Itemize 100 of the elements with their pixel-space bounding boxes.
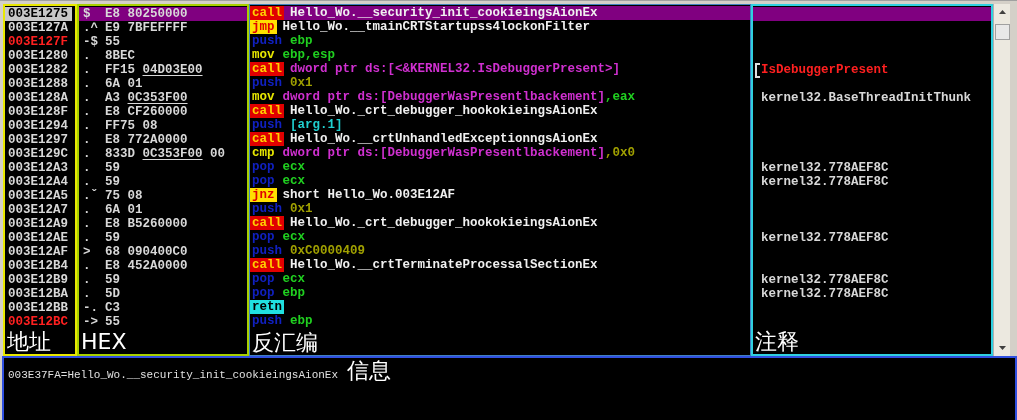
address-cell-text: 003E12BA <box>7 287 69 301</box>
operand: Hello_Wo.__crtUnhandledExceptionngsAionEx <box>290 132 598 146</box>
hex-cell: 8BEC <box>105 49 135 63</box>
address-cell-text: 003E12A5 <box>7 189 69 203</box>
operand: ebp,esp <box>282 48 336 62</box>
operand: [arg.1] <box>290 118 343 132</box>
hex-cell: E9 7BFEFFFF <box>105 21 188 35</box>
mnemonic: mov <box>251 48 276 62</box>
hex-cell: 5D <box>105 287 120 301</box>
mnemonic: pop <box>251 286 276 300</box>
mnemonic: call <box>250 62 284 76</box>
hex-cell: A3 0C353F00 <box>105 91 188 105</box>
jump-mark: . <box>82 91 92 105</box>
jump-mark: $ <box>82 7 92 21</box>
info-text: 003E37FA=Hello_Wo.__security_init_cookieingsAionEx <box>8 369 339 381</box>
comment-text: kernel32.778AEF8C <box>761 287 889 301</box>
comment-text: IsDebuggerPresent <box>761 63 889 77</box>
hex-cell: 833D 0C353F00 00 <box>105 147 226 161</box>
jump-mark: -. <box>82 301 99 315</box>
address-cell-text: 003E12A4 <box>7 175 69 189</box>
hex-cell: 6A 01 <box>105 77 143 91</box>
address-cell-text: 003E127A <box>7 21 69 35</box>
address-cell-text: 003E12BC <box>7 315 69 329</box>
jump-mark: .ˇ <box>82 189 99 203</box>
mnemonic: jnz <box>250 188 277 202</box>
mnemonic: push <box>251 76 283 90</box>
comment-text: kernel32.778AEF8C <box>761 161 889 175</box>
mnemonic: jmp <box>250 20 277 34</box>
address-cell-text: 003E1294 <box>7 119 69 133</box>
mnemonic: pop <box>251 160 276 174</box>
operand: dword ptr ds:[DebuggerWasPresentlbackement] <box>282 146 606 160</box>
mnemonic: call <box>250 216 284 230</box>
mnemonic: pop <box>251 230 276 244</box>
jump-mark: . <box>82 259 92 273</box>
hex-cell: FF75 08 <box>105 119 158 133</box>
operand: ebp <box>290 314 313 328</box>
mnemonic: call <box>250 104 284 118</box>
address-cell-text: 003E1280 <box>7 49 69 63</box>
mnemonic: pop <box>251 272 276 286</box>
address-cell-text: 003E12B9 <box>7 273 69 287</box>
operand: Hello_Wo._crt_debugger_hookokieingsAionEx <box>290 216 598 230</box>
operand: ,0x0 <box>605 146 636 160</box>
hex-cell: 6A 01 <box>105 203 143 217</box>
address-cell-text: 003E1288 <box>7 77 69 91</box>
comment-text: kernel32.778AEF8C <box>761 273 889 287</box>
operand: ebp <box>290 34 313 48</box>
hex-cell: 55 <box>105 315 120 329</box>
hex-cell: 59 <box>105 273 120 287</box>
address-cell-text: 003E12B4 <box>7 259 69 273</box>
mnemonic: cmp <box>251 146 276 160</box>
operand: ebp <box>282 286 306 300</box>
scrollbar[interactable] <box>993 4 1010 356</box>
mnemonic: push <box>251 202 283 216</box>
jump-mark: . <box>82 49 92 63</box>
mnemonic: push <box>251 244 283 258</box>
operand: 0xC0000409 <box>290 244 366 258</box>
jump-mark: . <box>82 77 92 91</box>
hex-cell: 59 <box>105 175 120 189</box>
pane-label: 信息 <box>345 358 392 383</box>
hex-cell: E8 80250000 <box>105 7 188 21</box>
jump-mark: . <box>82 147 92 161</box>
address-cell-text: 003E12A9 <box>7 217 69 231</box>
operand: ecx <box>282 174 306 188</box>
operand: Hello_Wo.__tmainCRTStartupss4lockonFilter <box>282 20 591 34</box>
mnemonic: pop <box>251 174 276 188</box>
jump-mark: > <box>82 245 92 259</box>
address-cell: 003E1275 <box>5 7 72 21</box>
operand: Hello_Wo._crt_debugger_hookokieingsAionEx <box>290 104 598 118</box>
hex-cell: 75 08 <box>105 189 143 203</box>
hex-cell: E8 B5260000 <box>105 217 188 231</box>
operand: dword ptr ds:[DebuggerWasPresentlbackement] <box>282 90 606 104</box>
operand: 0x1 <box>290 202 313 216</box>
operand: ecx <box>282 160 306 174</box>
hex-cell: C3 <box>105 301 120 315</box>
mnemonic: call <box>250 258 284 272</box>
mnemonic: push <box>251 34 283 48</box>
address-cell-text: 003E1282 <box>7 63 69 77</box>
jump-mark: .^ <box>82 21 99 35</box>
operand: Hello_Wo.__crtTerminateProcessalSectionEx <box>290 258 598 272</box>
mnemonic: push <box>251 118 283 132</box>
pane-label: 注释 <box>754 330 800 354</box>
pane-label: HEX <box>80 330 128 354</box>
jump-mark: . <box>82 273 92 287</box>
jump-mark: -$ <box>82 35 99 49</box>
address-cell-text: 003E128A <box>7 91 69 105</box>
jump-mark: . <box>82 133 92 147</box>
operand: dword ptr ds:[<&KERNEL32.IsDebuggerPresent>] <box>290 62 621 76</box>
jump-mark: . <box>82 203 92 217</box>
jump-mark: -> <box>82 315 99 329</box>
jump-mark: . <box>82 217 92 231</box>
pane-label: 地址 <box>6 330 52 354</box>
mnemonic: call <box>250 6 284 20</box>
jump-mark: . <box>82 105 92 119</box>
hex-cell: 68 090400C0 <box>105 245 188 259</box>
operand: ecx <box>282 230 306 244</box>
operand: ,eax <box>605 90 636 104</box>
pane-label: 反汇编 <box>251 331 319 355</box>
jump-mark: . <box>82 161 92 175</box>
operand: ecx <box>282 272 306 286</box>
scrollbar-thumb[interactable] <box>995 24 1010 40</box>
